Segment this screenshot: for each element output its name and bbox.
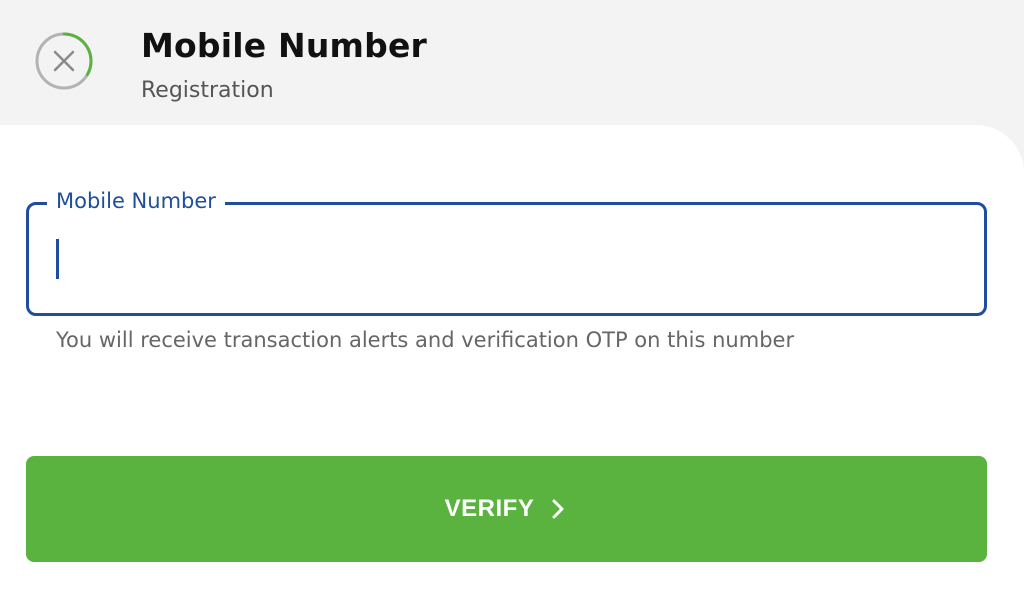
chevron-right-icon <box>548 497 568 521</box>
verify-button-label: VERIFY <box>444 495 535 522</box>
mobile-number-label: Mobile Number <box>47 187 225 215</box>
close-circle-icon <box>35 32 93 90</box>
page-title: Mobile Number <box>141 26 428 65</box>
helper-text: You will receive transaction alerts and … <box>56 328 795 352</box>
mobile-number-field[interactable]: Mobile Number <box>26 187 987 316</box>
text-cursor <box>56 239 59 279</box>
close-button[interactable] <box>34 31 94 91</box>
mobile-number-input[interactable] <box>51 231 951 281</box>
header: Mobile Number Registration <box>0 0 1024 140</box>
verify-button[interactable]: VERIFY <box>26 456 987 562</box>
form-card: Mobile Number You will receive transacti… <box>0 125 1024 590</box>
page-subtitle: Registration <box>141 78 274 103</box>
